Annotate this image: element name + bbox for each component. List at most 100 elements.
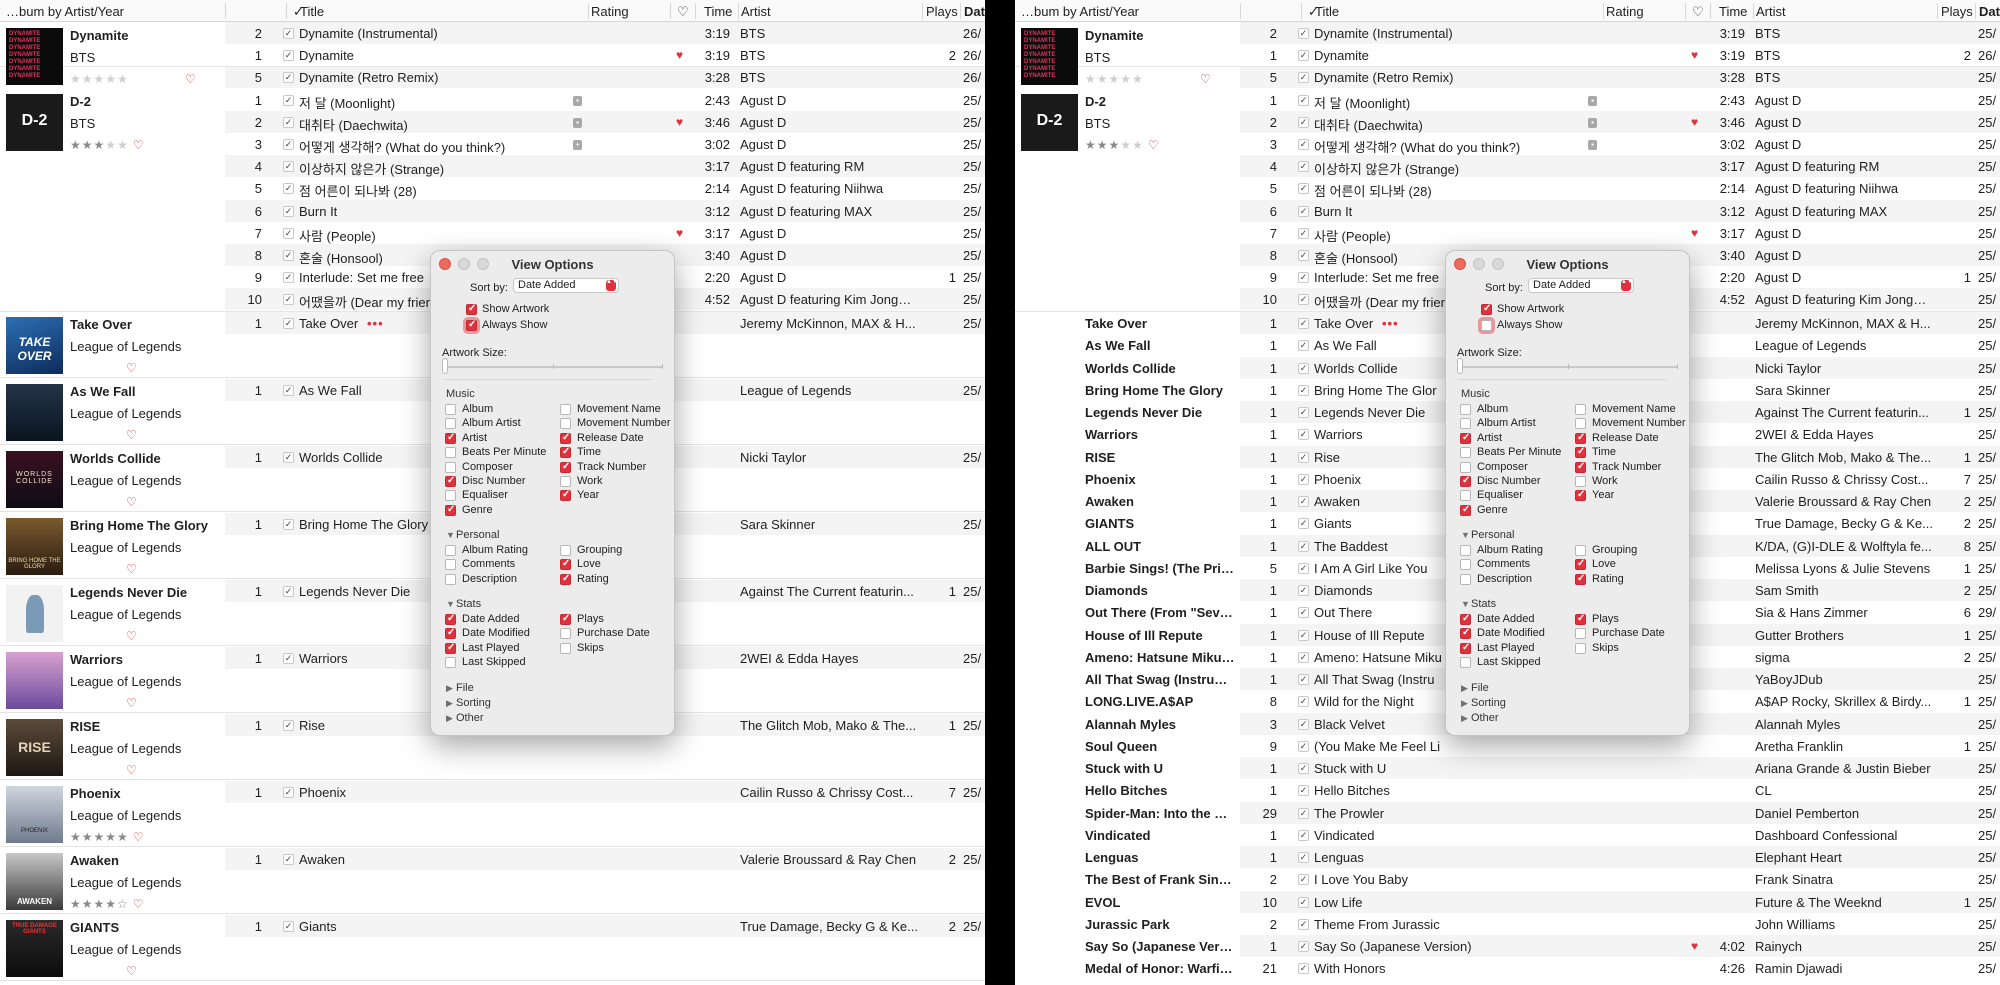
- checkbox-icon[interactable]: ✓: [1298, 540, 1309, 552]
- checkbox-icon[interactable]: ✓: [283, 250, 294, 261]
- checkbox-icon[interactable]: ✓: [1298, 161, 1309, 173]
- album-title[interactable]: EVOL: [1015, 890, 1240, 913]
- album-rating[interactable]: ♡: [70, 763, 138, 777]
- album-title[interactable]: House of Ill Repute: [1015, 623, 1240, 646]
- checkbox-icon[interactable]: ✓: [1298, 340, 1309, 352]
- music-column-checkbox[interactable]: [1460, 447, 1471, 459]
- track-row[interactable]: 5 ✓ 점 어른이 되나봐 (28) 2:14 Agust D featuring Ni…: [1240, 177, 2000, 199]
- album-artwork[interactable]: D-2: [1021, 94, 1078, 151]
- track-row[interactable]: 9 ✓ (You Make Me Feel Li Aretha Franklin 1 25…: [1240, 735, 2000, 757]
- checkbox-icon[interactable]: ✓: [1298, 896, 1309, 908]
- love-heart-icon[interactable]: ♡: [126, 428, 138, 442]
- love-heart-icon[interactable]: ♡: [126, 495, 138, 509]
- music-column-checkbox[interactable]: [1575, 404, 1586, 415]
- checkbox-icon[interactable]: ✓: [1298, 272, 1309, 284]
- music-column-checkbox[interactable]: [1460, 418, 1471, 430]
- album-title[interactable]: Ameno: Hatsune Miku V...: [1015, 645, 1240, 668]
- header-time[interactable]: Time: [1719, 4, 1747, 19]
- music-column-checkbox[interactable]: [445, 490, 456, 502]
- track-row[interactable]: 1 ✓ Giants True Damage, Becky G & Ke... 2 25/: [225, 915, 985, 937]
- personal-column-checkbox[interactable]: [1460, 545, 1471, 556]
- music-column-checkbox[interactable]: [560, 446, 571, 459]
- album-title[interactable]: As We Fall: [1015, 334, 1240, 357]
- personal-column-checkbox[interactable]: [560, 558, 571, 571]
- checkbox-icon[interactable]: ✓: [283, 720, 294, 731]
- checkbox-icon[interactable]: ✓: [1298, 518, 1309, 530]
- checkbox-icon[interactable]: ✓: [1298, 941, 1309, 952]
- love-heart-icon[interactable]: ♡: [133, 138, 145, 152]
- checkbox-icon[interactable]: ✓: [283, 72, 294, 84]
- album-artwork[interactable]: DYNAMITE DYNAMITE DYNAMITE DYNAMITE DYNA…: [6, 28, 63, 85]
- header-love[interactable]: ♡: [677, 4, 689, 20]
- album-group[interactable]: DYNAMITE DYNAMITE DYNAMITE DYNAMITE DYNA…: [1015, 22, 1240, 88]
- album-rating[interactable]: ★★★★★ ♡: [70, 138, 145, 152]
- track-row[interactable]: 2 ✓ Dynamite (Instrumental) 3:19 BTS 26/: [225, 22, 985, 44]
- music-column-checkbox[interactable]: [560, 404, 571, 415]
- album-group[interactable]: As We Fall League of Legends ♡: [0, 378, 225, 445]
- checkbox-icon[interactable]: ✓: [283, 385, 294, 396]
- track-row[interactable]: 1✓Dynamite★★★★★♥3:19BTS226/: [225, 44, 985, 66]
- album-title[interactable]: Soul Queen: [1015, 734, 1240, 757]
- love-heart-icon[interactable]: ♡: [126, 696, 138, 710]
- album-title[interactable]: Vindicated: [1015, 823, 1240, 846]
- personal-column-checkbox[interactable]: [1460, 559, 1471, 571]
- show-artwork-checkbox[interactable]: [1481, 303, 1492, 315]
- stats-column-checkbox[interactable]: [1575, 613, 1586, 625]
- track-row[interactable]: 1 ✓ Hello Bitches CL 25/: [1240, 779, 2000, 801]
- stats-column-checkbox[interactable]: [445, 657, 456, 669]
- music-column-checkbox[interactable]: [1575, 418, 1586, 430]
- header-album[interactable]: …bum by Artist/Year: [1021, 4, 1139, 19]
- show-artwork-checkbox[interactable]: [466, 303, 477, 315]
- checkbox-icon[interactable]: ✓: [1298, 429, 1309, 441]
- stats-column-checkbox[interactable]: [1575, 628, 1586, 640]
- checkbox-icon[interactable]: ✓: [1298, 763, 1309, 774]
- album-artwork[interactable]: DYNAMITE DYNAMITE DYNAMITE DYNAMITE DYNA…: [1021, 28, 1078, 85]
- checkbox-icon[interactable]: ✓: [283, 318, 294, 329]
- checkbox-icon[interactable]: ✓: [1298, 496, 1309, 507]
- header-title[interactable]: Title: [300, 4, 324, 19]
- album-rating[interactable]: ♡: [70, 562, 138, 576]
- album-rating[interactable]: ♡: [70, 696, 138, 710]
- checkbox-icon[interactable]: ✓: [1298, 318, 1309, 329]
- love-heart-icon[interactable]: ♡: [133, 830, 145, 844]
- love-heart-icon[interactable]: ♡: [126, 562, 138, 576]
- track-row[interactable]: 2 ✓ Theme From Jurassic John Williams 25/: [1240, 913, 2000, 935]
- personal-column-checkbox[interactable]: [1575, 573, 1586, 585]
- personal-column-checkbox[interactable]: [445, 545, 456, 556]
- album-title[interactable]: Hello Bitches: [1015, 779, 1240, 802]
- checkbox-icon[interactable]: ✓: [1298, 585, 1309, 596]
- stats-column-checkbox[interactable]: [445, 613, 456, 625]
- checkbox-icon[interactable]: ✓: [283, 227, 294, 239]
- header-rating[interactable]: Rating: [1606, 4, 1644, 19]
- track-row[interactable]: 1 ✓ Awaken Valerie Broussard & Ray Chen 2 25/: [225, 848, 985, 870]
- album-title[interactable]: Jurassic Park: [1015, 912, 1240, 935]
- personal-column-checkbox[interactable]: [560, 545, 571, 556]
- music-column-checkbox[interactable]: [445, 432, 456, 444]
- music-column-checkbox[interactable]: [1575, 461, 1586, 473]
- album-title[interactable]: Alannah Myles: [1015, 712, 1240, 735]
- album-group[interactable]: WORLDS COLLIDE Worlds Collide League of Le…: [0, 445, 225, 512]
- track-row[interactable]: 6 ✓ Burn It 3:12 Agust D featuring MAX 25/: [1240, 199, 2000, 222]
- music-column-checkbox[interactable]: [445, 504, 456, 516]
- checkbox-icon[interactable]: ✓: [283, 586, 294, 597]
- checkbox-icon[interactable]: ✓: [283, 94, 294, 106]
- love-heart-icon[interactable]: ♡: [126, 361, 138, 375]
- personal-column-checkbox[interactable]: [445, 559, 456, 571]
- music-column-checkbox[interactable]: [445, 404, 456, 415]
- stats-column-checkbox[interactable]: [445, 642, 456, 654]
- personal-column-checkbox[interactable]: [1460, 573, 1471, 585]
- checkbox-icon[interactable]: ✓: [1298, 963, 1309, 975]
- love-heart-icon[interactable]: ♥: [1691, 226, 1698, 240]
- album-title[interactable]: Take Over: [1015, 312, 1240, 334]
- music-column-checkbox[interactable]: [445, 418, 456, 430]
- album-title[interactable]: Awaken: [1015, 490, 1240, 512]
- track-row[interactable]: 2 ✓ Dynamite (Instrumental) 3:19 BTS 25/: [1240, 22, 2000, 44]
- track-row[interactable]: 4 ✓ 이상하지 않은가 (Strange) 3:17 Agust D featurin…: [225, 155, 985, 178]
- track-row[interactable]: 1✓Dynamite★★★★★♥3:19BTS226/: [1240, 44, 2000, 66]
- stats-column-checkbox[interactable]: [445, 627, 456, 640]
- love-heart-icon[interactable]: ♥: [676, 226, 683, 240]
- checkbox-icon[interactable]: ✓: [1298, 183, 1309, 195]
- checkbox-icon[interactable]: ✓: [283, 161, 294, 173]
- checkbox-icon[interactable]: ✓: [1298, 852, 1309, 863]
- checkbox-icon[interactable]: ✓: [283, 183, 294, 195]
